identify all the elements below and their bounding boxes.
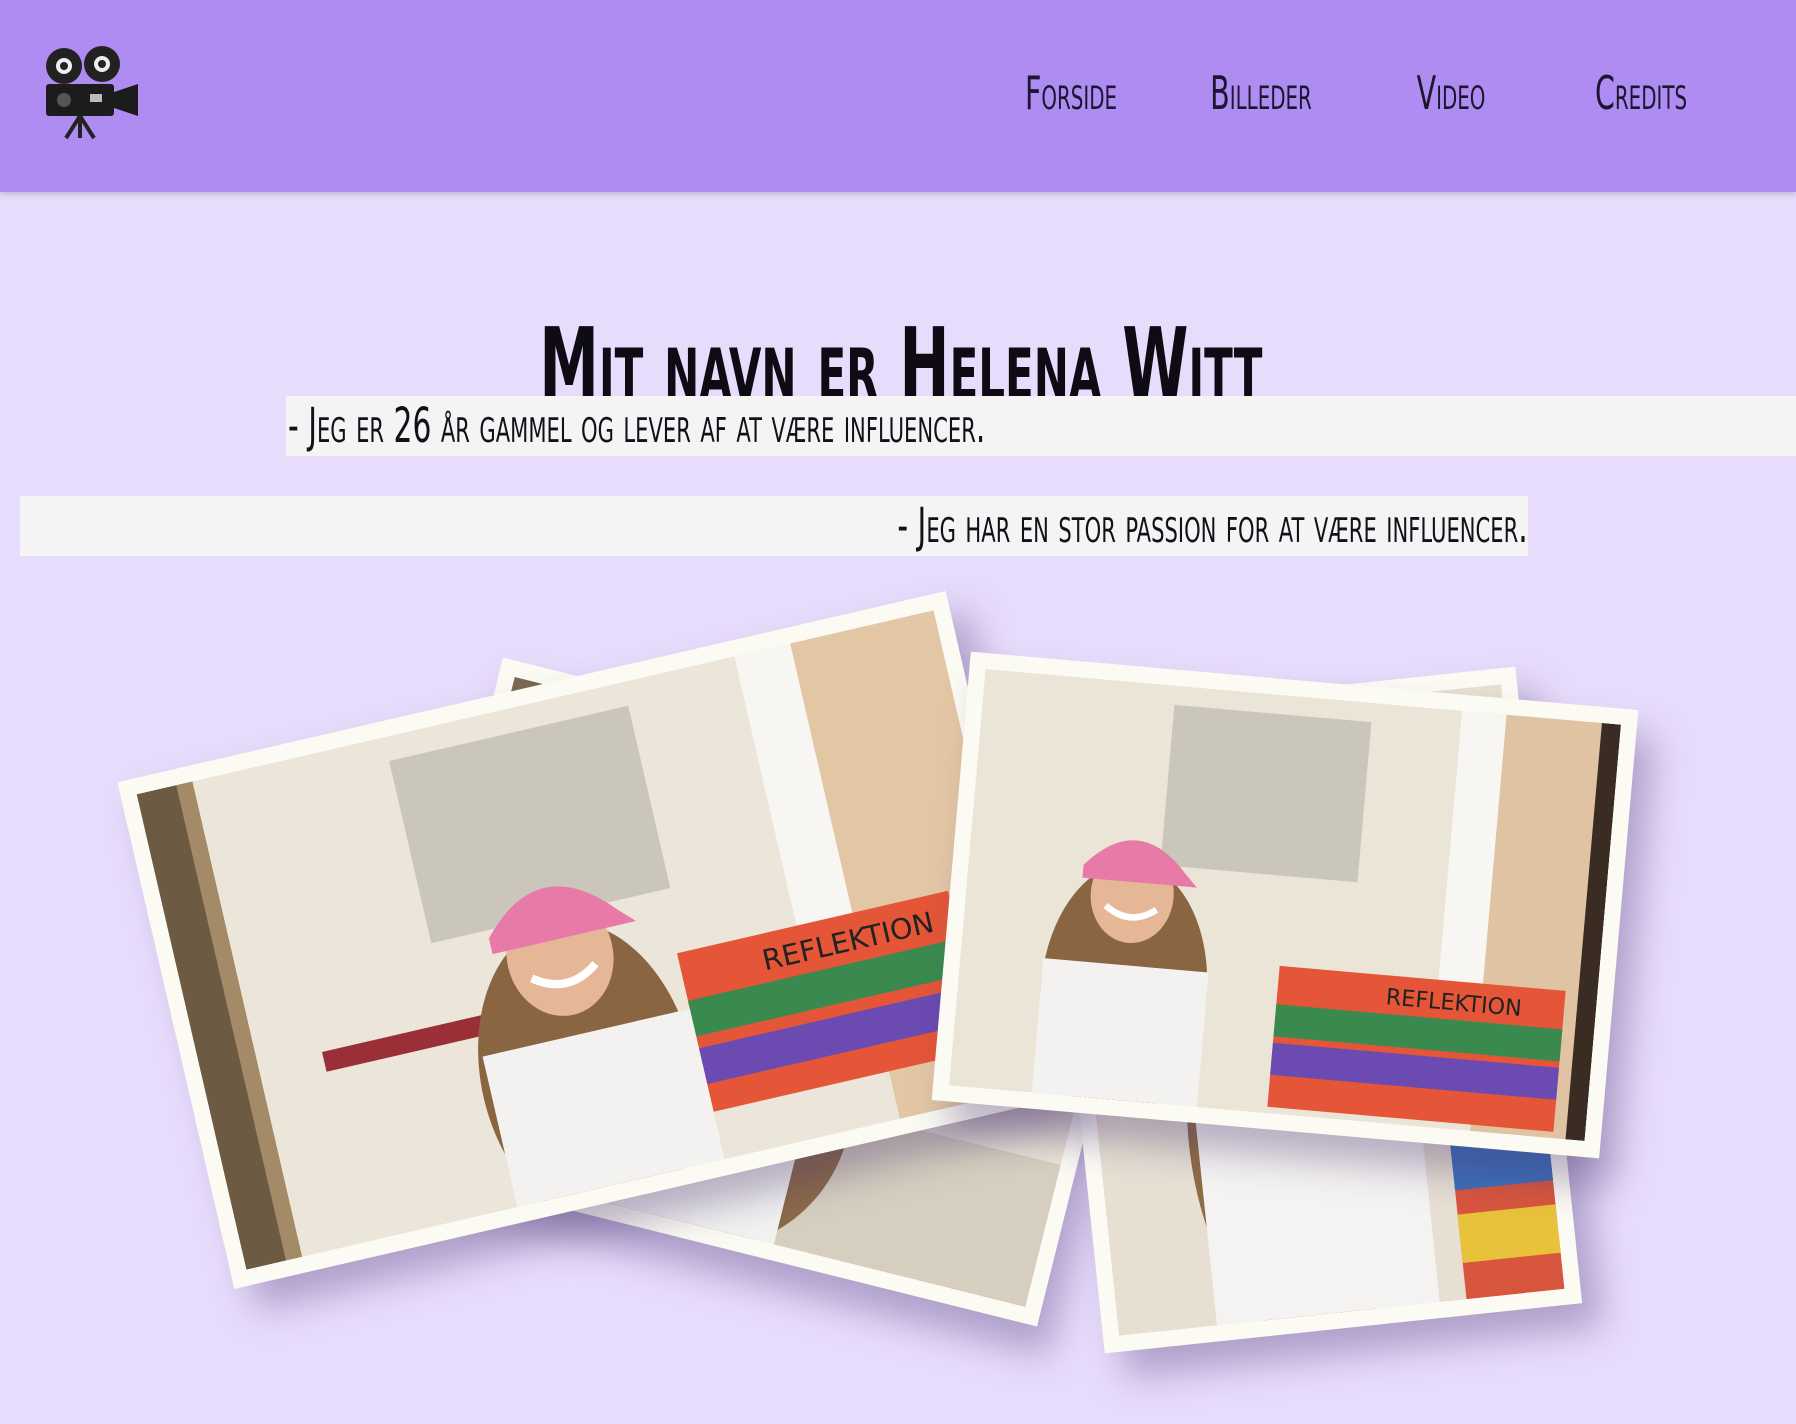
intro-line-passion: - Jeg har en stor passion for at være in… bbox=[20, 496, 1528, 556]
intro-line-age-text: - Jeg er 26 år gammel og lever af at vær… bbox=[288, 398, 986, 454]
nav-link-video[interactable]: Video bbox=[1392, 66, 1510, 120]
intro-line-passion-text: - Jeg har en stor passion for at være in… bbox=[897, 498, 1528, 554]
intro-line-age: - Jeg er 26 år gammel og lever af at vær… bbox=[286, 396, 1796, 456]
main-nav: Forside Billeder Video Credits bbox=[976, 66, 1736, 120]
nav-link-billeder[interactable]: Billeder bbox=[1202, 66, 1320, 120]
header-bar: Forside Billeder Video Credits bbox=[0, 0, 1796, 192]
nav-link-forside[interactable]: Forside bbox=[1012, 66, 1130, 120]
nav-link-credits[interactable]: Credits bbox=[1582, 66, 1700, 120]
collage-photo-front-right: REFLEKTION bbox=[931, 651, 1639, 1159]
film-camera-icon[interactable] bbox=[42, 44, 142, 140]
